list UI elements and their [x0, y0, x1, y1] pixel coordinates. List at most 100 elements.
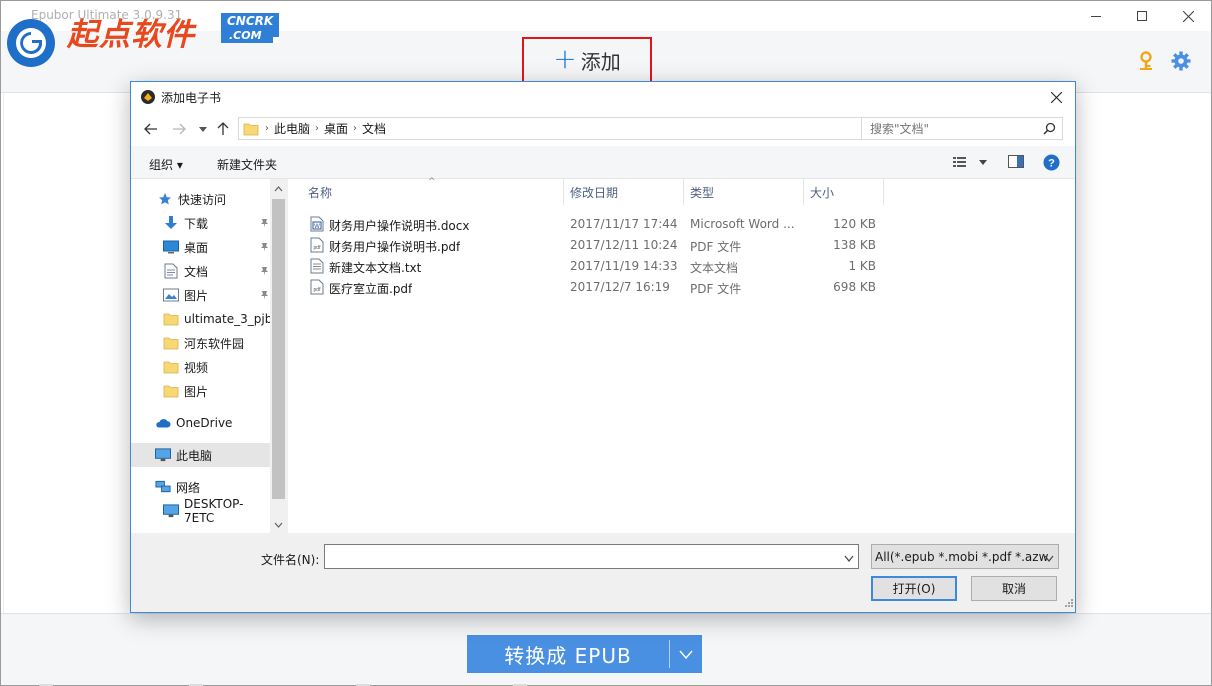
left-edge — [1, 93, 4, 613]
file-name: 财务用户操作说明书.docx — [329, 219, 470, 233]
dialog-title: 添加电子书 — [161, 91, 222, 105]
convert-epub-button[interactable]: 转换成 EPUB — [467, 635, 702, 673]
nav-scrollbar[interactable] — [270, 179, 287, 533]
breadcrumb-documents[interactable]: 文档 — [362, 120, 386, 137]
nav-item[interactable]: 视频 — [131, 355, 271, 379]
scroll-up-icon[interactable] — [274, 181, 283, 195]
nav-item[interactable]: 此电脑 — [131, 443, 271, 467]
dialog-bottom: 文件名(N): All(*.epub *.mobi *.pdf *.azw 打开… — [131, 533, 1075, 612]
minimize-button[interactable] — [1073, 1, 1119, 31]
scroll-down-icon[interactable] — [274, 517, 283, 531]
pdf-file-icon: pdf — [310, 237, 324, 256]
column-header-type-label: 类型 — [690, 185, 715, 200]
open-button[interactable]: 打开(O) — [871, 576, 957, 601]
network-icon — [155, 479, 171, 495]
file-modified: 2017/12/7 16:19 — [570, 280, 670, 294]
desktop-icon — [163, 239, 179, 255]
nav-item[interactable]: 图片 — [131, 283, 271, 307]
nav-item-label: 下载 — [184, 216, 209, 231]
file-size: 698 KB — [833, 280, 876, 294]
scrollbar-thumb[interactable] — [272, 199, 285, 499]
filetype-dropdown[interactable] — [1044, 551, 1054, 565]
chevron-down-icon — [199, 126, 207, 132]
file-row[interactable]: pdf 医疗室立面.pdf 2017/12/7 16:19 PDF 文件 698 KB — [288, 276, 1075, 297]
file-row[interactable]: 新建文本文档.txt 2017/11/19 14:33 文本文档 1 KB — [288, 255, 1075, 276]
up-button[interactable] — [215, 121, 231, 137]
svg-text:pdf: pdf — [314, 287, 322, 293]
file-name: 财务用户操作说明书.pdf — [329, 240, 461, 254]
nav-item[interactable]: 图片 — [131, 379, 271, 403]
pin-icon — [260, 289, 269, 303]
close-button[interactable] — [1165, 1, 1211, 31]
file-row[interactable]: W 财务用户操作说明书.docx 2017/11/17 17:44 Microsoft… — [288, 213, 1075, 234]
folder-icon — [163, 311, 179, 327]
search-input[interactable] — [862, 118, 1038, 139]
nav-item-label: 河东软件园 — [184, 336, 245, 351]
pin-icon — [260, 217, 269, 231]
organize-button[interactable]: 组织 ▾ — [149, 156, 183, 173]
computer-icon — [163, 503, 179, 519]
resize-grip-icon[interactable] — [1065, 596, 1073, 610]
close-icon — [1182, 10, 1194, 22]
column-header-modified-label: 修改日期 — [570, 185, 619, 200]
chevron-down-icon — [1044, 555, 1054, 562]
breadcrumb-this-pc[interactable]: 此电脑 — [274, 120, 310, 137]
filetype-select[interactable]: All(*.epub *.mobi *.pdf *.azw — [871, 544, 1059, 569]
help-button[interactable]: ? — [1043, 154, 1060, 174]
nav-item[interactable]: 下载 — [131, 211, 271, 235]
dialog-titlebar: 添加电子书 — [131, 82, 1075, 112]
pin-icon — [260, 241, 269, 255]
search-box[interactable] — [861, 117, 1063, 140]
file-type: 文本文档 — [690, 261, 739, 275]
computer-icon — [155, 447, 171, 463]
plus-icon: + — [553, 42, 577, 75]
address-bar[interactable]: › 此电脑 › 桌面 › 文档 — [238, 117, 954, 140]
format-dropdown-button[interactable] — [670, 635, 702, 673]
logo: 起点软件 CNCRK .COM — [1, 7, 286, 77]
nav-item[interactable]: 网络 — [131, 475, 271, 499]
nav-item[interactable]: 河东软件园 — [131, 331, 271, 355]
key-icon[interactable] — [1137, 51, 1155, 74]
nav-item[interactable]: DESKTOP-7ETC — [131, 497, 271, 525]
column-header-size[interactable]: 大小 — [804, 179, 884, 205]
chevron-down-icon — [679, 650, 693, 659]
column-header-modified[interactable]: 修改日期 — [564, 179, 684, 205]
cancel-button[interactable]: 取消 — [971, 576, 1057, 601]
nav-item[interactable]: ultimate_3_pjb — [131, 307, 273, 331]
file-size: 138 KB — [833, 238, 876, 252]
breadcrumb-desktop[interactable]: 桌面 — [324, 120, 348, 137]
navigation-pane: 快速访问 下载 桌面 文档 图片 ultimate_3_pjb 河东软件园 视频 图片 OneDr… — [131, 179, 287, 533]
back-button[interactable] — [143, 121, 159, 137]
cloud-icon — [155, 415, 171, 431]
filename-dropdown[interactable] — [844, 551, 854, 565]
maximize-button[interactable] — [1119, 1, 1165, 31]
file-row[interactable]: pdf 财务用户操作说明书.pdf 2017/12/11 10:24 PDF 文件 13… — [288, 234, 1075, 255]
column-header-name[interactable]: 名称 ^ — [288, 177, 564, 205]
svg-text:pdf: pdf — [314, 245, 322, 251]
pdf-file-icon: pdf — [310, 279, 324, 298]
chevron-down-icon — [844, 555, 854, 562]
svg-text:W: W — [314, 224, 320, 230]
gear-icon[interactable] — [1171, 51, 1191, 74]
recent-locations-button[interactable] — [195, 121, 211, 137]
nav-item[interactable]: OneDrive — [131, 411, 271, 435]
forward-button[interactable] — [171, 121, 187, 137]
filename-input[interactable] — [324, 544, 859, 569]
search-icon[interactable] — [1043, 122, 1056, 138]
nav-item[interactable]: 快速访问 — [131, 187, 271, 211]
nav-item-label: ultimate_3_pjb — [184, 312, 273, 326]
logo-text: 起点软件 — [67, 17, 195, 53]
file-type: PDF 文件 — [690, 282, 742, 296]
download-icon — [163, 215, 179, 231]
column-header-type[interactable]: 类型 — [684, 179, 804, 205]
dialog-close-button[interactable] — [1047, 88, 1065, 106]
new-folder-button[interactable]: 新建文件夹 — [217, 156, 277, 173]
nav-item-label: DESKTOP-7ETC — [184, 497, 244, 525]
nav-item[interactable]: 桌面 — [131, 235, 271, 259]
preview-pane-button[interactable] — [1008, 155, 1024, 171]
nav-item[interactable]: 文档 — [131, 259, 271, 283]
add-button[interactable]: + 添加 — [522, 37, 652, 84]
file-modified: 2017/12/11 10:24 — [570, 238, 678, 252]
star-icon — [157, 191, 173, 207]
view-options-button[interactable] — [953, 155, 989, 172]
